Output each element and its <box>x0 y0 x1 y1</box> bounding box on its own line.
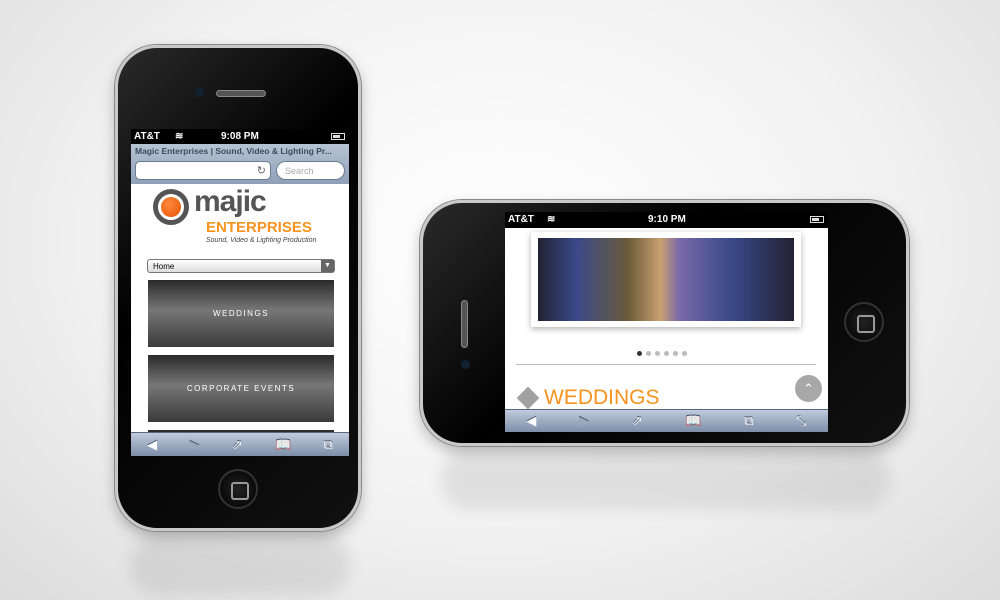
battery-icon <box>810 216 824 223</box>
logo-mark <box>153 189 189 225</box>
phone-reflection <box>130 535 350 595</box>
tile-corporate-events[interactable]: CORPORATE EVENTS <box>148 355 334 422</box>
home-button[interactable] <box>844 302 884 342</box>
slider-dot[interactable] <box>664 351 669 356</box>
earpiece <box>216 90 266 97</box>
logo-subtitle: ENTERPRISES <box>206 219 312 236</box>
landscape-screen: AT&T ≋ 9:10 PM WEDDINGS ⌃ ◀ ▶ ⇗ 📖 ⧉ ⤡ <box>505 212 828 432</box>
back-button[interactable]: ◀ <box>526 413 536 429</box>
share-icon[interactable]: ⇗ <box>232 437 243 453</box>
bookmarks-icon[interactable]: 📖 <box>275 437 291 453</box>
status-bar: AT&T ≋ 9:10 PM <box>505 212 828 228</box>
camera <box>195 88 204 97</box>
share-icon[interactable]: ⇗ <box>632 413 643 429</box>
scroll-top-button[interactable]: ⌃ <box>795 375 822 402</box>
nav-select[interactable]: Home ▼ <box>147 259 335 273</box>
url-input[interactable]: ↻ <box>135 161 271 180</box>
search-input[interactable]: Search <box>276 161 345 180</box>
logo-name: majic <box>194 185 267 218</box>
battery-icon <box>331 133 345 140</box>
home-button[interactable] <box>218 469 258 509</box>
fullscreen-icon[interactable]: ⤡ <box>796 413 806 429</box>
wifi-icon: ≋ <box>547 214 556 225</box>
slider-dot[interactable] <box>646 351 651 356</box>
clock: 9:08 PM <box>221 131 259 142</box>
carrier: AT&T <box>508 214 534 225</box>
camera <box>461 360 470 369</box>
page-title: Magic Enterprises | Sound, Video & Light… <box>135 146 332 156</box>
slider-frame <box>531 232 801 327</box>
chevron-down-icon: ▼ <box>321 260 334 272</box>
slider-dot[interactable] <box>637 351 642 356</box>
browser-toolbar: ◀ ▶ ⇗ 📖 ⧉ <box>131 432 349 456</box>
wedding-photo[interactable] <box>538 238 794 321</box>
divider <box>516 364 816 365</box>
clock: 9:10 PM <box>648 214 686 225</box>
slider-dots <box>635 343 689 361</box>
back-button[interactable]: ◀ <box>147 437 157 453</box>
browser-toolbar: ◀ ▶ ⇗ 📖 ⧉ ⤡ <box>505 409 828 432</box>
logo-tagline: Sound, Video & Lighting Production <box>206 237 317 244</box>
reload-icon[interactable]: ↻ <box>257 164 266 177</box>
tabs-icon[interactable]: ⧉ <box>744 413 753 429</box>
tabs-icon[interactable]: ⧉ <box>324 437 333 453</box>
nav-select-value: Home <box>153 262 175 271</box>
phone-reflection <box>440 450 890 510</box>
forward-button[interactable]: ▶ <box>579 413 589 429</box>
carrier: AT&T <box>134 131 160 142</box>
wifi-icon: ≋ <box>175 131 184 142</box>
diamond-icon <box>516 386 540 410</box>
status-bar: AT&T ≋ 9:08 PM <box>131 129 349 144</box>
section-title: WEDDINGS <box>544 386 660 409</box>
slider-dot[interactable] <box>655 351 660 356</box>
forward-button[interactable]: ▶ <box>189 437 199 453</box>
earpiece <box>461 300 468 348</box>
slider-dot[interactable] <box>673 351 678 356</box>
portrait-screen: AT&T ≋ 9:08 PM Magic Enterprises | Sound… <box>131 129 349 456</box>
slider-dot[interactable] <box>682 351 687 356</box>
tile-weddings[interactable]: WEDDINGS <box>148 280 334 347</box>
bookmarks-icon[interactable]: 📖 <box>685 413 701 429</box>
browser-bar: Magic Enterprises | Sound, Video & Light… <box>131 144 349 184</box>
